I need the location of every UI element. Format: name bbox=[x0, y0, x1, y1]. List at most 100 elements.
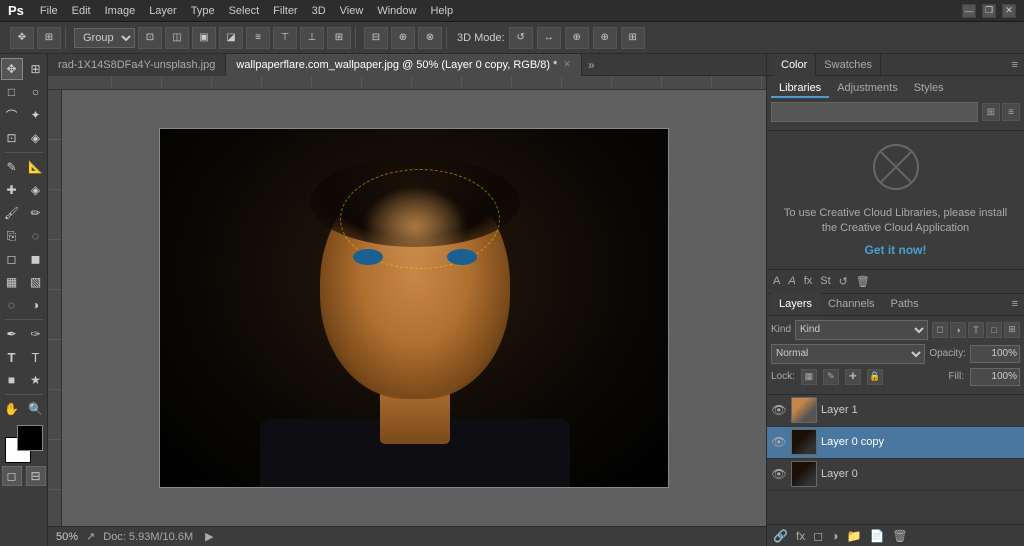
kind-select[interactable]: Kind bbox=[795, 320, 928, 340]
3d-rotate-btn[interactable]: ↺ bbox=[509, 27, 533, 49]
menu-window[interactable]: Window bbox=[377, 5, 416, 17]
lib-list-view-btn[interactable]: ≡ bbox=[1002, 103, 1020, 121]
panel-icon-fx[interactable]: fx bbox=[802, 275, 815, 287]
menu-help[interactable]: Help bbox=[430, 5, 453, 17]
3d-pan-btn[interactable]: ↔ bbox=[537, 27, 561, 49]
layer-item-2[interactable]: 👁 Layer 0 bbox=[767, 459, 1024, 491]
eraser-tool[interactable]: ◻ bbox=[1, 248, 23, 270]
layer-fx-btn[interactable]: fx bbox=[794, 529, 807, 543]
layer-1-visibility[interactable]: 👁 bbox=[771, 434, 787, 450]
panel-top-menu[interactable]: ≡ bbox=[1006, 59, 1024, 71]
blur-tool[interactable]: ◌ bbox=[1, 294, 23, 316]
lib-tab-styles[interactable]: Styles bbox=[906, 80, 952, 98]
menu-type[interactable]: Type bbox=[191, 5, 215, 17]
lib-grid-view-btn[interactable]: ⊞ bbox=[982, 103, 1000, 121]
lib-search-input[interactable] bbox=[771, 102, 978, 122]
distribute-btn[interactable]: ≡ bbox=[246, 27, 270, 49]
3d-orbit-btn[interactable]: ⊕ bbox=[565, 27, 589, 49]
extra-btn1[interactable]: ⊟ bbox=[364, 27, 388, 49]
panel-icon-trash[interactable]: 🗑 bbox=[854, 275, 872, 288]
zoom-tool[interactable]: 🔍 bbox=[25, 398, 47, 420]
heal-tool[interactable]: ✚ bbox=[1, 179, 23, 201]
smart-kind-icon[interactable]: ⊞ bbox=[1004, 322, 1020, 338]
screen-mode-btn[interactable]: ⊟ bbox=[26, 466, 46, 486]
artboard-btn[interactable]: ⊞ bbox=[37, 27, 61, 49]
paths-tab[interactable]: Paths bbox=[883, 293, 927, 315]
tab-1[interactable]: wallpaperflare.com_wallpaper.jpg @ 50% (… bbox=[226, 54, 582, 76]
3d-slide-btn[interactable]: ⊕ bbox=[593, 27, 617, 49]
gradient-tool[interactable]: ▦ bbox=[1, 271, 23, 293]
spacing-btn[interactable]: ⊞ bbox=[327, 27, 351, 49]
crop-tool[interactable]: ⊡ bbox=[1, 127, 23, 149]
custom-shape[interactable]: ★ bbox=[25, 369, 47, 391]
hand-tool[interactable]: ✋ bbox=[1, 398, 23, 420]
extra-btn2[interactable]: ⊕ bbox=[391, 27, 415, 49]
shape-kind-icon[interactable]: □ bbox=[986, 322, 1002, 338]
vtext-tool[interactable]: T bbox=[25, 346, 47, 368]
artboard-tool[interactable]: ⊞ bbox=[25, 58, 47, 80]
lock-position-btn[interactable]: ✎ bbox=[823, 369, 839, 385]
3d-scale-btn[interactable]: ⊞ bbox=[621, 27, 645, 49]
magic-wand-tool[interactable]: ✦ bbox=[25, 104, 47, 126]
align-bottom-btn[interactable]: ⊥ bbox=[300, 27, 324, 49]
menu-view[interactable]: View bbox=[340, 5, 364, 17]
menu-layer[interactable]: Layer bbox=[149, 5, 177, 17]
tab-1-close[interactable]: ✕ bbox=[563, 59, 571, 70]
align-center-btn[interactable]: ▣ bbox=[192, 27, 216, 49]
rect-marquee-tool[interactable]: □ bbox=[1, 81, 23, 103]
panel-icon-a2[interactable]: A bbox=[786, 275, 797, 287]
panel-icon-refresh[interactable]: ↺ bbox=[837, 275, 850, 288]
fill-input[interactable] bbox=[970, 368, 1020, 386]
quick-mask-btn[interactable]: ◻ bbox=[2, 466, 22, 486]
shape-tool[interactable]: ■ bbox=[1, 369, 23, 391]
layers-panel-menu[interactable]: ≡ bbox=[1006, 298, 1024, 310]
bucket-tool[interactable]: ▧ bbox=[25, 271, 47, 293]
menu-file[interactable]: File bbox=[40, 5, 58, 17]
lib-tab-adjustments[interactable]: Adjustments bbox=[829, 80, 906, 98]
group-select[interactable]: Group bbox=[74, 28, 135, 48]
layer-0-visibility[interactable]: 👁 bbox=[771, 402, 787, 418]
add-mask-btn[interactable]: ◻ bbox=[811, 529, 825, 543]
layers-tab[interactable]: Layers bbox=[771, 293, 820, 315]
align-top-btn[interactable]: ⊤ bbox=[273, 27, 297, 49]
brush-tool[interactable]: 🖌 bbox=[1, 202, 23, 224]
menu-select[interactable]: Select bbox=[229, 5, 260, 17]
move-tool-btn[interactable]: ✥ bbox=[10, 27, 34, 49]
dodge-tool[interactable]: ◑ bbox=[25, 294, 47, 316]
tab-swatches[interactable]: Swatches bbox=[816, 54, 881, 76]
panel-icon-square[interactable]: St bbox=[818, 275, 832, 287]
new-fill-layer-btn[interactable]: ◑ bbox=[829, 529, 840, 543]
ruler-tool[interactable]: 📐 bbox=[25, 156, 47, 178]
delete-layer-btn[interactable]: 🗑 bbox=[890, 529, 909, 543]
link-layers-btn[interactable]: 🔗 bbox=[771, 529, 790, 543]
lasso-tool[interactable]: ⌒ bbox=[1, 104, 23, 126]
layer-item-0[interactable]: 👁 Layer 1 bbox=[767, 395, 1024, 427]
text-tool[interactable]: T bbox=[1, 346, 23, 368]
minimize-button[interactable]: — bbox=[962, 4, 976, 18]
align-left-btn[interactable]: ◫ bbox=[165, 27, 189, 49]
close-button[interactable]: ✕ bbox=[1002, 4, 1016, 18]
status-arrow[interactable]: ▶ bbox=[205, 530, 213, 543]
new-layer-btn[interactable]: 📄 bbox=[867, 529, 886, 543]
foreground-color-swatch[interactable] bbox=[17, 425, 43, 451]
menu-image[interactable]: Image bbox=[105, 5, 136, 17]
cc-get-it-link[interactable]: Get it now! bbox=[775, 243, 1016, 257]
tab-color[interactable]: Color bbox=[773, 54, 816, 76]
channels-tab[interactable]: Channels bbox=[820, 293, 882, 315]
patch-tool[interactable]: ◈ bbox=[25, 179, 47, 201]
layer-item-1[interactable]: 👁 Layer 0 copy bbox=[767, 427, 1024, 459]
pixel-icon[interactable]: ◻ bbox=[932, 322, 948, 338]
maximize-button[interactable]: ❐ bbox=[982, 4, 996, 18]
menu-3d[interactable]: 3D bbox=[312, 5, 326, 17]
history-brush[interactable]: ◌ bbox=[25, 225, 47, 247]
menu-edit[interactable]: Edit bbox=[72, 5, 91, 17]
layer-2-visibility[interactable]: 👁 bbox=[771, 466, 787, 482]
eyedropper-tool[interactable]: ✎ bbox=[1, 156, 23, 178]
move-tool[interactable]: ✥ bbox=[1, 58, 23, 80]
lock-all-btn[interactable]: 🔒 bbox=[867, 369, 883, 385]
opacity-input[interactable] bbox=[970, 345, 1020, 363]
pencil-tool[interactable]: ✏ bbox=[25, 202, 47, 224]
freeform-pen[interactable]: ✑ bbox=[25, 323, 47, 345]
tab-0[interactable]: rad-1X14S8DFa4Y-unsplash.jpg bbox=[48, 54, 226, 76]
menu-filter[interactable]: Filter bbox=[273, 5, 297, 17]
